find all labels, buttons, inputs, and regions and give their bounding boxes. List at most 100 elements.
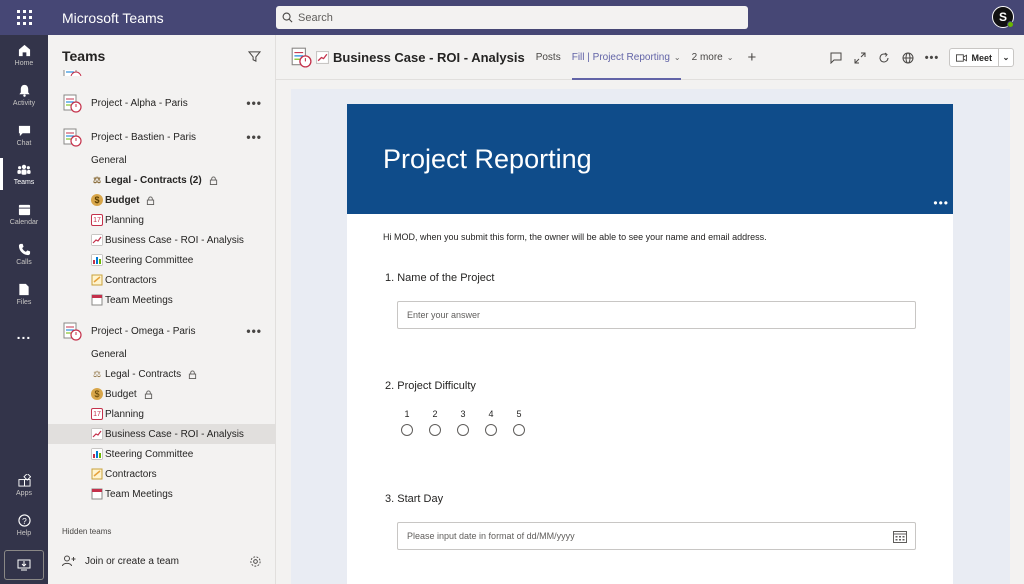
tab-posts[interactable]: Posts: [536, 35, 561, 80]
channel-contractors[interactable]: Contractors: [48, 270, 276, 290]
rating-number: 4: [488, 409, 494, 419]
chevron-down-icon[interactable]: ⌄: [999, 53, 1013, 62]
rating-option[interactable]: 4: [485, 409, 497, 436]
radio-button[interactable]: [513, 424, 525, 436]
search-box[interactable]: Search: [276, 6, 748, 29]
channel-general[interactable]: General: [48, 344, 276, 364]
channel-budget[interactable]: $ Budget: [48, 384, 276, 404]
rating-number: 3: [460, 409, 466, 419]
rail-chat[interactable]: Chat: [0, 117, 48, 153]
team-bastien[interactable]: Project - Bastien - Paris •••: [48, 125, 276, 149]
expand-icon[interactable]: [853, 51, 866, 64]
gear-icon[interactable]: [249, 555, 262, 568]
more-options-icon[interactable]: •••: [933, 196, 949, 210]
radio-button[interactable]: [485, 424, 497, 436]
download-app-button[interactable]: [4, 550, 44, 580]
channel-label: General: [91, 348, 127, 360]
more-options-icon[interactable]: •••: [246, 96, 262, 110]
radio-button[interactable]: [457, 424, 469, 436]
channel-legal-contracts[interactable]: ⚖ Legal - Contracts (2): [48, 170, 276, 190]
more-options-icon[interactable]: •••: [246, 130, 262, 144]
radio-button[interactable]: [429, 424, 441, 436]
teams-icon: [17, 162, 31, 176]
bell-icon: [17, 83, 31, 97]
help-icon: ?: [17, 513, 31, 527]
team-alpha[interactable]: Project - Alpha - Paris •••: [48, 91, 276, 115]
rating-option[interactable]: 5: [513, 409, 525, 436]
globe-icon[interactable]: [901, 51, 914, 64]
channel-planning[interactable]: 17 Planning: [48, 210, 276, 230]
channel-legal-contracts[interactable]: ⚖ Legal - Contracts: [48, 364, 276, 384]
app-title: Microsoft Teams: [62, 9, 164, 26]
rating-number: 5: [516, 409, 522, 419]
more-icon: ...: [16, 326, 32, 342]
rating-option[interactable]: 3: [457, 409, 469, 436]
search-icon: [282, 12, 293, 23]
search-placeholder: Search: [298, 11, 333, 24]
question-2-label: 2. Project Difficulty: [385, 380, 476, 392]
rail-label: Chat: [16, 140, 32, 147]
calendar-icon[interactable]: [893, 530, 907, 543]
question-3-label: 3. Start Day: [385, 493, 444, 505]
avatar-initial: S: [998, 10, 1007, 24]
channel-general[interactable]: General: [48, 150, 276, 170]
channel-label: Legal - Contracts (2): [105, 174, 202, 186]
channel-team-meetings[interactable]: Team Meetings: [48, 290, 276, 310]
channel-contractors[interactable]: Contractors: [48, 464, 276, 484]
rail-files[interactable]: Files: [0, 276, 48, 312]
rail-calls[interactable]: Calls: [0, 236, 48, 272]
chat-icon: [17, 123, 31, 137]
start-day-input[interactable]: Please input date in format of dd/MM/yyy…: [397, 522, 916, 550]
team-avatar-icon: [291, 47, 312, 68]
tab-more[interactable]: 2 more ⌄: [692, 35, 734, 80]
rail-apps[interactable]: Apps: [0, 467, 48, 503]
scales-icon: ⚖: [92, 368, 102, 379]
more-options-icon[interactable]: •••: [246, 324, 262, 338]
filter-icon[interactable]: [248, 50, 261, 63]
team-avatar-icon: [63, 322, 82, 341]
refresh-icon[interactable]: [877, 51, 890, 64]
team-omega[interactable]: Project - Omega - Paris •••: [48, 319, 276, 343]
hidden-teams-label[interactable]: Hidden teams: [62, 527, 111, 536]
presence-available-icon: [1007, 21, 1014, 28]
rating-option[interactable]: 2: [429, 409, 441, 436]
channel-planning[interactable]: 17 Planning: [48, 404, 276, 424]
add-tab-icon[interactable]: +: [747, 49, 756, 66]
rail-teams[interactable]: Teams: [0, 156, 48, 192]
tear-calendar-icon: [91, 294, 103, 306]
more-options-icon[interactable]: •••: [925, 51, 939, 64]
rail-label: Help: [16, 530, 32, 537]
join-create-team[interactable]: Join or create a team: [62, 555, 262, 567]
channel-steering-committee[interactable]: Steering Committee: [48, 444, 276, 464]
channel-steering-committee[interactable]: Steering Committee: [48, 250, 276, 270]
rail-more[interactable]: ...: [0, 316, 48, 352]
input-placeholder: Please input date in format of dd/MM/yyy…: [407, 531, 575, 541]
rail-calendar[interactable]: Calendar: [0, 196, 48, 232]
rail-home[interactable]: Home: [0, 37, 48, 73]
conversation-icon[interactable]: [829, 51, 842, 64]
channel-business-case[interactable]: Business Case - ROI - Analysis: [48, 230, 276, 250]
chevron-down-icon: ⌄: [726, 52, 734, 62]
tab-label: Posts: [535, 51, 561, 63]
project-name-input[interactable]: Enter your answer: [397, 301, 916, 329]
meet-main[interactable]: Meet: [950, 49, 999, 66]
calendar-icon: [17, 202, 31, 216]
channel-business-case-active[interactable]: Business Case - ROI - Analysis: [48, 424, 276, 444]
form-banner: Project Reporting •••: [347, 104, 953, 214]
channel-budget[interactable]: $ Budget: [48, 190, 276, 210]
scales-icon: ⚖: [92, 174, 102, 185]
lock-icon: [189, 369, 197, 379]
rail-help[interactable]: ? Help: [0, 507, 48, 543]
rating-option[interactable]: 1: [401, 409, 413, 436]
avatar[interactable]: S: [992, 6, 1014, 28]
meet-button[interactable]: Meet ⌄: [949, 48, 1014, 67]
form-card: Project Reporting ••• Hi MOD, when you s…: [347, 104, 953, 584]
channel-header: Business Case - ROI - Analysis Posts Fil…: [276, 35, 1024, 80]
app-launcher-icon[interactable]: [0, 0, 48, 35]
radio-button[interactable]: [401, 424, 413, 436]
tab-fill-project-reporting[interactable]: Fill | Project Reporting ⌄: [571, 35, 681, 80]
calendar-icon: 17: [91, 408, 103, 420]
rail-activity[interactable]: Activity: [0, 77, 48, 113]
channel-team-meetings[interactable]: Team Meetings: [48, 484, 276, 504]
download-icon: [17, 559, 31, 571]
